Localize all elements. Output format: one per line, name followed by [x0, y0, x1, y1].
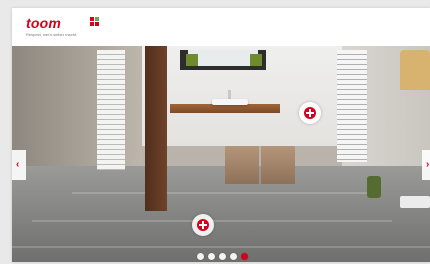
toom-logo[interactable]: toom Respekt, wer's selber macht.: [26, 15, 99, 38]
storage-cube: [261, 146, 295, 184]
logo-tagline: Respekt, wer's selber macht.: [26, 32, 78, 37]
slider-dot-2[interactable]: [208, 253, 215, 260]
slider-dot-5[interactable]: [241, 253, 248, 260]
floor-line: [12, 246, 430, 248]
towel-radiator-left: [97, 50, 125, 170]
hotspot-mirror-shelf[interactable]: [299, 102, 321, 124]
green-tile: [186, 54, 198, 66]
slider-dot-1[interactable]: [197, 253, 204, 260]
slider-prev-button[interactable]: ‹: [12, 150, 26, 180]
towel: [400, 196, 430, 208]
header: toom Respekt, wer's selber macht.: [12, 8, 430, 46]
wash-basin: [212, 99, 248, 105]
wood-vanity-shelf: [170, 104, 280, 113]
page-frame: toom Respekt, wer's selber macht. ‹ ›: [12, 8, 430, 262]
mirror: [188, 50, 258, 66]
hotspot-floor[interactable]: [192, 214, 214, 236]
slider-dot-4[interactable]: [230, 253, 237, 260]
logo-mark-icon: [90, 17, 99, 27]
slider-dot-3[interactable]: [219, 253, 226, 260]
floor-line: [72, 192, 372, 194]
plus-icon: [304, 107, 316, 119]
chevron-left-icon: ‹: [16, 159, 20, 170]
lamp: [400, 50, 430, 90]
towel-radiator-right: [337, 50, 367, 162]
hero-image: ‹ ›: [12, 46, 430, 262]
storage-cube: [225, 146, 259, 184]
chevron-right-icon: ›: [426, 159, 430, 170]
plus-icon: [197, 219, 209, 231]
slider-next-button[interactable]: ›: [422, 150, 430, 180]
green-tile: [250, 54, 262, 66]
logo-text: toom: [26, 15, 62, 31]
plant: [367, 176, 381, 198]
slider-pagination: [197, 253, 248, 261]
wood-door-frame: [145, 46, 167, 211]
